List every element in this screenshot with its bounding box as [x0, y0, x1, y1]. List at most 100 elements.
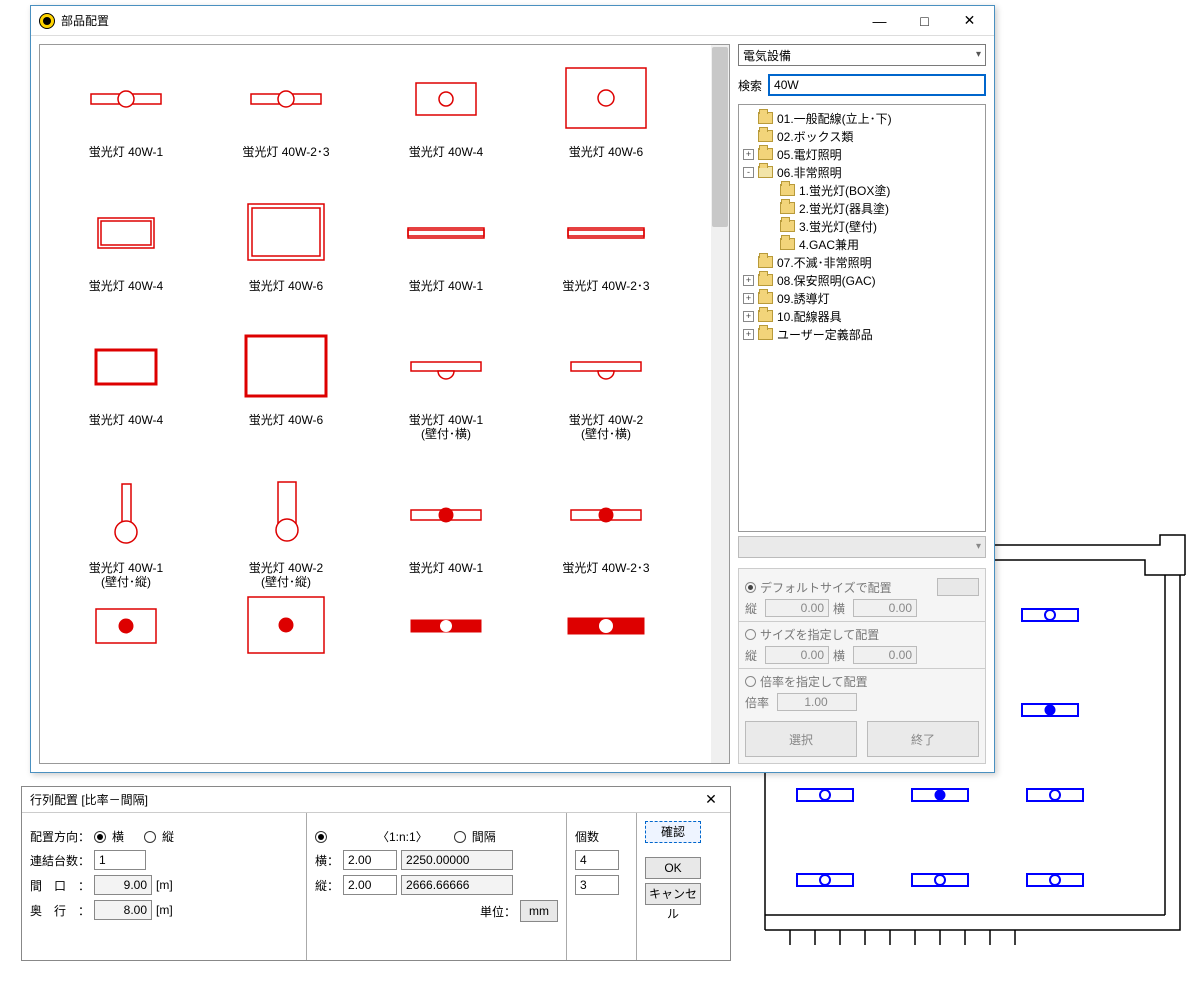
spec-v-field: [765, 646, 829, 664]
close-button[interactable]: ✕: [694, 791, 728, 808]
part-label: 蛍光灯 40W-1: [366, 279, 526, 293]
part-item[interactable]: 蛍光灯 40W-2･3: [526, 469, 686, 589]
expand-icon[interactable]: +: [743, 329, 754, 340]
titlebar[interactable]: 部品配置 — □ ✕: [31, 6, 994, 36]
collapse-icon[interactable]: -: [743, 167, 754, 178]
category-dropdown[interactable]: 電気設備 ▾: [738, 44, 986, 66]
part-label: 蛍光灯 40W-2･3: [206, 145, 366, 159]
part-item[interactable]: [526, 595, 686, 655]
depth-field[interactable]: [94, 900, 152, 920]
maximize-button[interactable]: □: [902, 7, 947, 35]
radio-vertical[interactable]: [144, 831, 156, 843]
part-label: 蛍光灯 40W-6: [206, 413, 366, 427]
tree-label: 07.不滅･非常照明: [777, 254, 872, 271]
part-item[interactable]: 蛍光灯 40W-2･3: [526, 187, 686, 293]
scrollbar-thumb[interactable]: [712, 47, 728, 227]
part-label: 蛍光灯 40W-1: [366, 561, 526, 575]
tree-node[interactable]: 01.一般配線(立上･下): [741, 109, 983, 127]
tree-node[interactable]: -06.非常照明: [741, 163, 983, 181]
tree-node[interactable]: 4.GAC兼用: [741, 235, 983, 253]
search-input[interactable]: [768, 74, 986, 96]
tree-label: 02.ボックス類: [777, 128, 853, 145]
part-symbol: [206, 595, 366, 655]
part-item[interactable]: 蛍光灯 40W-1 (壁付･縦): [46, 469, 206, 589]
tree-node[interactable]: +08.保安照明(GAC): [741, 271, 983, 289]
part-item[interactable]: 蛍光灯 40W-1: [46, 53, 206, 159]
select-button[interactable]: 選択: [745, 721, 857, 757]
expand-icon[interactable]: +: [743, 275, 754, 286]
tree-node[interactable]: 02.ボックス類: [741, 127, 983, 145]
default-size-button[interactable]: [937, 578, 979, 596]
tree-node[interactable]: 1.蛍光灯(BOX塗): [741, 181, 983, 199]
radio-default-size[interactable]: [745, 582, 756, 593]
part-label: 蛍光灯 40W-2 (壁付･縦): [206, 561, 366, 589]
confirm-button[interactable]: 確認: [645, 821, 701, 843]
radio-scale[interactable]: [745, 676, 756, 687]
unit-label: 単位：: [480, 903, 516, 920]
radio-ratio[interactable]: [315, 831, 327, 843]
spec-h-field: [853, 646, 917, 664]
part-symbol: [366, 321, 526, 411]
part-item[interactable]: 蛍光灯 40W-2･3: [206, 53, 366, 159]
tree-node[interactable]: 2.蛍光灯(器具塗): [741, 199, 983, 217]
count-v-field[interactable]: [575, 875, 619, 895]
part-item[interactable]: 蛍光灯 40W-1: [366, 469, 526, 589]
part-item[interactable]: 蛍光灯 40W-2 (壁付･縦): [206, 469, 366, 589]
tree-node[interactable]: +10.配線器具: [741, 307, 983, 325]
radio-interval[interactable]: [454, 831, 466, 843]
expand-icon[interactable]: +: [743, 149, 754, 160]
ok-button[interactable]: OK: [645, 857, 701, 879]
tree-node[interactable]: 3.蛍光灯(壁付): [741, 217, 983, 235]
part-item[interactable]: 蛍光灯 40W-4: [46, 321, 206, 441]
part-item[interactable]: [366, 595, 526, 655]
tree-label: 08.保安照明(GAC): [777, 272, 876, 289]
tree-node[interactable]: +ユーザー定義部品: [741, 325, 983, 343]
folder-icon: [758, 166, 773, 178]
part-symbol: [366, 187, 526, 277]
v-label: 縦: [745, 600, 761, 617]
calc-h-field: [401, 850, 513, 870]
tree-node[interactable]: 07.不滅･非常照明: [741, 253, 983, 271]
category-tree[interactable]: 01.一般配線(立上･下)02.ボックス類+05.電灯照明-06.非常照明1.蛍…: [738, 104, 986, 532]
h-label: 横: [833, 600, 849, 617]
tree-node[interactable]: +09.誘導灯: [741, 289, 983, 307]
part-item[interactable]: 蛍光灯 40W-6: [206, 321, 366, 441]
part-item[interactable]: 蛍光灯 40W-4: [46, 187, 206, 293]
size-options-group: デフォルトサイズで配置 縦 横 サイズを指定して配置 縦: [738, 568, 986, 764]
tree-label: 10.配線器具: [777, 308, 842, 325]
part-item[interactable]: 蛍光灯 40W-6: [206, 187, 366, 293]
cancel-button[interactable]: キャンセル: [645, 883, 701, 905]
folder-icon: [758, 292, 773, 304]
opening-field[interactable]: [94, 875, 152, 895]
part-item[interactable]: 蛍光灯 40W-6: [526, 53, 686, 159]
part-symbol: [526, 187, 686, 277]
part-item[interactable]: 蛍光灯 40W-2 (壁付･横): [526, 321, 686, 441]
scale-field: [777, 693, 857, 711]
part-item[interactable]: [46, 595, 206, 655]
part-label: 蛍光灯 40W-4: [46, 279, 206, 293]
expand-icon[interactable]: +: [743, 311, 754, 322]
minimize-button[interactable]: —: [857, 7, 902, 35]
part-item[interactable]: 蛍光灯 40W-4: [366, 53, 526, 159]
unit-button[interactable]: mm: [520, 900, 558, 922]
expand-icon[interactable]: +: [743, 293, 754, 304]
ratio-h-field[interactable]: [343, 850, 397, 870]
radio-specify-size[interactable]: [745, 629, 756, 640]
exit-button[interactable]: 終了: [867, 721, 979, 757]
tree-node[interactable]: +05.電灯照明: [741, 145, 983, 163]
default-size-label: デフォルトサイズで配置: [760, 579, 892, 596]
titlebar[interactable]: 行列配置 [比率－間隔] ✕: [22, 787, 730, 813]
scrollbar[interactable]: [711, 45, 729, 763]
radio-horizontal[interactable]: [94, 831, 106, 843]
link-count-field[interactable]: [94, 850, 146, 870]
close-button[interactable]: ✕: [947, 7, 992, 35]
part-item[interactable]: 蛍光灯 40W-1 (壁付･横): [366, 321, 526, 441]
scale-label: 倍率を指定して配置: [760, 673, 868, 690]
part-item[interactable]: [206, 595, 366, 655]
part-label: 蛍光灯 40W-2･3: [526, 279, 686, 293]
part-item[interactable]: 蛍光灯 40W-1: [366, 187, 526, 293]
subcategory-dropdown[interactable]: ▾: [738, 536, 986, 558]
ratio-v-field[interactable]: [343, 875, 397, 895]
count-h-field[interactable]: [575, 850, 619, 870]
tree-label: 1.蛍光灯(BOX塗): [799, 182, 890, 199]
